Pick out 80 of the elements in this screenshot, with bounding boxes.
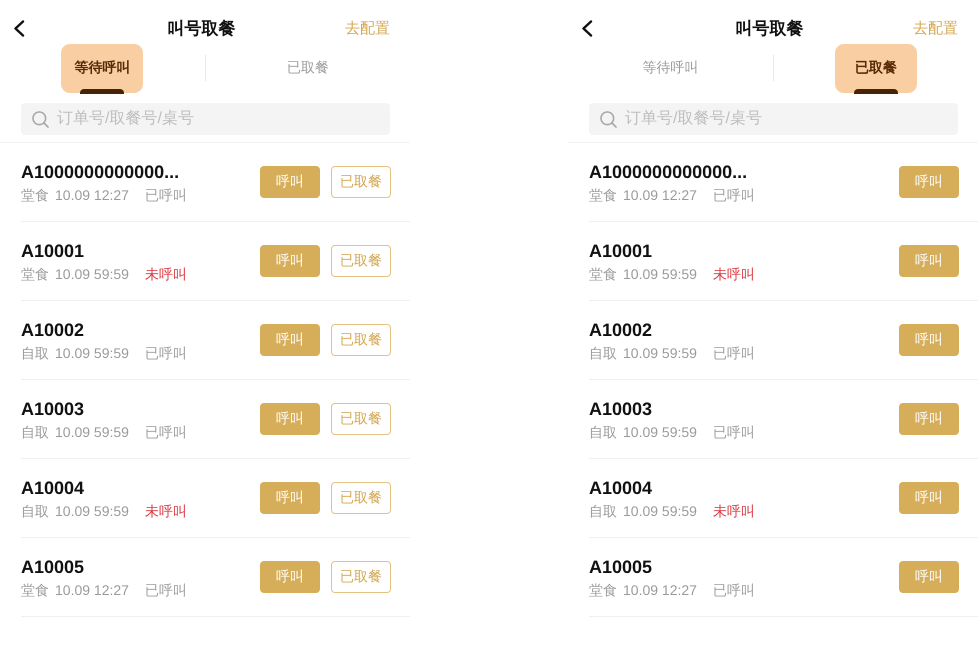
call-button[interactable]: 呼叫 [260, 403, 320, 435]
order-type: 堂食 [21, 580, 49, 598]
order-number: A10001 [21, 240, 86, 262]
pickup-button[interactable]: 已取餐 [331, 403, 391, 435]
call-button[interactable]: 呼叫 [260, 166, 320, 198]
call-button[interactable]: 呼叫 [260, 324, 320, 356]
order-time: 10.09 59:59 [623, 422, 697, 440]
order-time: 10.09 59:59 [623, 264, 697, 282]
search-icon [600, 110, 617, 128]
call-status: 已呼叫 [712, 344, 755, 362]
page-title: 叫号取餐 [736, 18, 804, 40]
pickup-button[interactable]: 已取餐 [331, 166, 391, 198]
tab[interactable]: 等待呼叫 [61, 44, 144, 92]
order-type: 堂食 [21, 264, 49, 282]
call-button[interactable]: 呼叫 [260, 561, 320, 593]
order-number: A10005 [21, 556, 86, 578]
order-type: 自取 [21, 502, 49, 520]
tab[interactable]: 已取餐 [834, 44, 917, 92]
configure-link[interactable]: 去配置 [913, 18, 958, 38]
order-number: A10004 [21, 476, 86, 500]
tab[interactable]: 已取餐 [266, 44, 349, 92]
search-icon [32, 110, 49, 128]
call-status: 已呼叫 [144, 580, 187, 598]
pickup-button[interactable]: 已取餐 [331, 482, 391, 514]
call-status: 已呼叫 [144, 344, 187, 362]
order-time: 10.09 12:27 [55, 186, 129, 204]
tab-indicator [80, 88, 124, 94]
order-number: A10005 [589, 556, 654, 578]
pickup-button[interactable]: 已取餐 [331, 561, 391, 593]
call-status: 未呼叫 [712, 264, 755, 282]
call-button[interactable]: 呼叫 [899, 561, 959, 593]
call-button[interactable]: 呼叫 [899, 245, 959, 277]
order-number: A10003 [589, 398, 654, 420]
call-status: 已呼叫 [712, 186, 755, 204]
order-time: 10.09 12:27 [55, 580, 129, 598]
configure-link[interactable]: 去配置 [345, 18, 390, 38]
call-button[interactable]: 呼叫 [260, 245, 320, 277]
tab[interactable]: 等待呼叫 [629, 44, 712, 92]
order-time: 10.09 59:59 [55, 344, 129, 362]
order-time: 10.09 12:27 [623, 580, 697, 598]
order-number: A10002 [21, 318, 86, 342]
call-status: 已呼叫 [712, 580, 755, 598]
order-number: A1000000000000... [21, 160, 180, 184]
call-status: 已呼叫 [144, 186, 187, 204]
chevron-left-icon[interactable] [581, 20, 593, 36]
order-number: A10002 [589, 318, 654, 342]
order-type: 自取 [21, 344, 49, 362]
order-number: A10004 [589, 476, 654, 500]
call-button[interactable]: 呼叫 [899, 166, 959, 198]
call-status: 已呼叫 [144, 422, 187, 440]
call-button[interactable]: 呼叫 [899, 482, 959, 514]
order-time: 10.09 59:59 [55, 264, 129, 282]
pickup-button[interactable]: 已取餐 [331, 245, 391, 277]
call-status: 未呼叫 [144, 502, 187, 520]
order-type: 堂食 [589, 580, 617, 598]
call-button[interactable]: 呼叫 [899, 403, 959, 435]
order-time: 10.09 59:59 [623, 502, 697, 520]
order-time: 10.09 12:27 [623, 186, 697, 204]
page-title: 叫号取餐 [168, 18, 236, 40]
tab-indicator [854, 88, 898, 94]
pickup-button[interactable]: 已取餐 [331, 324, 391, 356]
order-type: 堂食 [589, 264, 617, 282]
call-button[interactable]: 呼叫 [260, 482, 320, 514]
order-type: 自取 [21, 422, 49, 440]
order-type: 自取 [589, 422, 617, 440]
chevron-left-icon[interactable] [13, 20, 25, 36]
order-type: 自取 [589, 344, 617, 362]
order-type: 自取 [589, 502, 617, 520]
order-number: A1000000000000... [589, 160, 748, 184]
call-status: 已呼叫 [712, 422, 755, 440]
order-type: 堂食 [589, 186, 617, 204]
call-status: 未呼叫 [144, 264, 187, 282]
order-type: 堂食 [21, 186, 49, 204]
order-time: 10.09 59:59 [55, 422, 129, 440]
call-status: 未呼叫 [712, 502, 755, 520]
order-time: 10.09 59:59 [623, 344, 697, 362]
order-time: 10.09 59:59 [55, 502, 129, 520]
order-number: A10001 [589, 240, 654, 262]
order-number: A10003 [21, 398, 86, 420]
call-button[interactable]: 呼叫 [899, 324, 959, 356]
